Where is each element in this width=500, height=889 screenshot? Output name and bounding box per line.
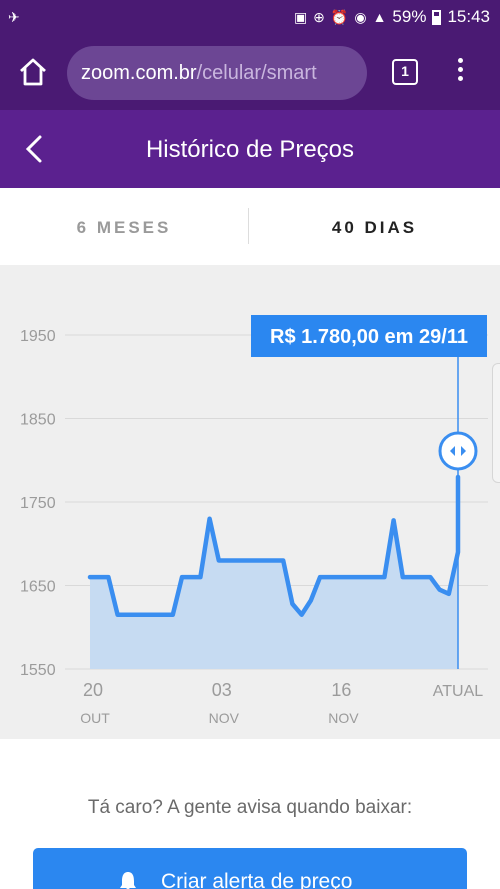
- x-tick-label: ATUAL: [433, 683, 483, 700]
- period-tabs: 6 MESES 40 DIAS: [0, 188, 500, 265]
- tab-switcher-icon[interactable]: 1: [392, 59, 418, 85]
- chart-svg: 1950 1850 1750 1650 1550 R$ 1.780,00 em 29/11…: [20, 315, 488, 726]
- url-path: /celular/smart: [196, 62, 317, 84]
- url-host: zoom.com.br: [81, 62, 197, 84]
- bell-icon: [120, 872, 136, 889]
- y-tick-label: 1650: [20, 579, 56, 596]
- notification-icon: ✈: [8, 9, 20, 25]
- x-tick-sublabel: OUT: [80, 710, 110, 726]
- x-tick-label: 20: [83, 680, 103, 700]
- app-header: Histórico de Preços: [0, 110, 500, 188]
- x-tick-label: 03: [212, 680, 232, 700]
- price-history-chart: 1950 1850 1750 1650 1550 R$ 1.780,00 em 29/11…: [0, 265, 500, 739]
- overflow-menu-icon[interactable]: [455, 58, 465, 88]
- y-tick-label: 1750: [20, 495, 56, 512]
- x-tick-sublabel: NOV: [328, 710, 359, 726]
- wifi-icon: ◉: [354, 9, 367, 25]
- url-bar[interactable]: zoom.com.br/celular/smart: [67, 46, 367, 100]
- tab-6-meses[interactable]: 6 MESES: [0, 188, 248, 265]
- sim-icon: ▣: [293, 9, 308, 25]
- tab-40-dias[interactable]: 40 DIAS: [249, 188, 500, 265]
- status-bar: ✈ ▣ ⊕ ⏰ ◉ ▲ 59% 15:43: [0, 0, 500, 36]
- y-tick-label: 1950: [20, 328, 56, 345]
- page-title: Histórico de Preços: [145, 136, 355, 163]
- y-tick-label: 1850: [20, 412, 56, 429]
- price-tooltip-text: R$ 1.780,00 em 29/11: [270, 326, 468, 348]
- x-tick-label: 16: [331, 680, 351, 700]
- create-alert-label: Criar alerta de preço: [161, 870, 353, 889]
- y-tick-label: 1550: [20, 662, 56, 679]
- data-saver-icon: ⊕: [313, 9, 325, 25]
- browser-toolbar: zoom.com.br/celular/smart 1: [0, 36, 500, 110]
- create-alert-button[interactable]: Criar alerta de preço: [33, 848, 467, 889]
- alert-prompt: Tá caro? A gente avisa quando baixar:: [87, 797, 413, 818]
- alarm-icon: ⏰: [330, 9, 349, 25]
- drag-handle-icon: [438, 431, 478, 471]
- signal-icon: ▲: [372, 9, 387, 25]
- clock: 15:43: [447, 7, 490, 26]
- status-icons: ▣ ⊕ ⏰ ◉ ▲ 59% 15:43: [294, 7, 490, 27]
- x-tick-sublabel: NOV: [209, 710, 240, 726]
- scroll-indicator[interactable]: [492, 363, 500, 483]
- home-icon[interactable]: [18, 57, 48, 87]
- battery-percent: 59%: [392, 7, 427, 26]
- battery-icon: [432, 9, 442, 25]
